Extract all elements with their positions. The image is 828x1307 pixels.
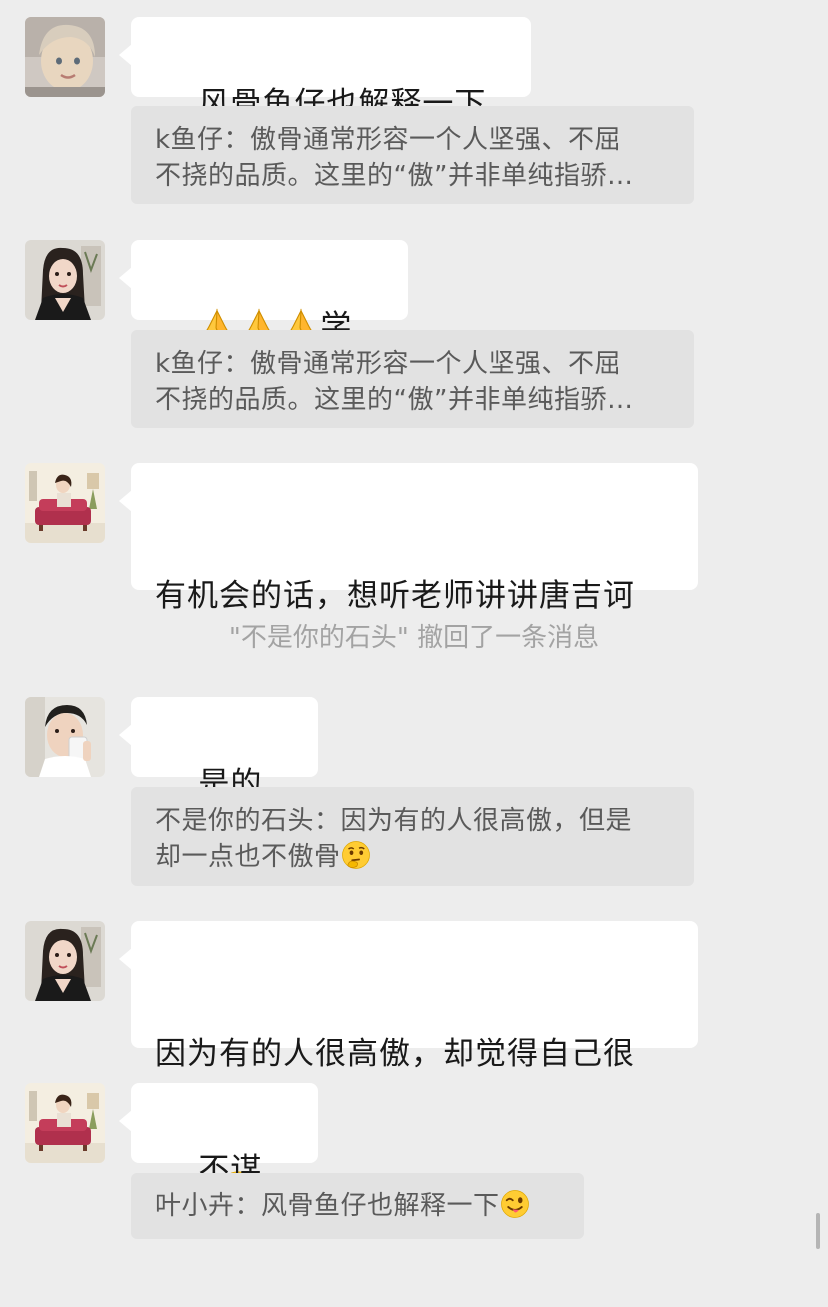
quote-line: 不是你的石头：因为有的人很高傲，但是: [155, 806, 633, 836]
message-bubble[interactable]: 是的是的: [119, 697, 318, 848]
quoted-message[interactable]: 叶小卉：风骨鱼仔也解释一下: [131, 1173, 584, 1239]
avatar-cartoon-sofa[interactable]: [25, 463, 105, 543]
quote-line: 不挠的品质。这里的“傲”并非单纯指骄…: [155, 385, 634, 415]
message-text-line: 因为有的人很高傲，却觉得自己很: [155, 1036, 635, 1072]
quote-line: 叶小卉：风骨鱼仔也解释一下: [155, 1191, 500, 1221]
message-bubble[interactable]: 学习了: [119, 240, 408, 391]
quoted-message[interactable]: k鱼仔：傲骨通常形容一个人坚强、不屈 不挠的品质。这里的“傲”并非单纯指骄…: [131, 106, 694, 204]
avatar-girl-blonde[interactable]: [25, 17, 105, 97]
message-text-line: 有机会的话，想听老师讲讲唐吉诃: [155, 578, 635, 614]
scrollbar[interactable]: [816, 1213, 820, 1249]
thinking-face-emoji: [341, 840, 371, 870]
quote-line: k鱼仔：傲骨通常形容一个人坚强、不屈: [155, 349, 622, 379]
quote-line: k鱼仔：傲骨通常形容一个人坚强、不屈: [155, 125, 622, 155]
recall-notice: "不是你的石头" 撤回了一条消息: [228, 623, 600, 653]
avatar-man-cup[interactable]: [25, 697, 105, 777]
avatar-woman-b[interactable]: [25, 921, 105, 1001]
message-bubble[interactable]: 有机会的话，想听老师讲讲唐吉诃 德@鱼仔: [119, 463, 698, 752]
message-bubble[interactable]: 风骨鱼仔也解释一下: [119, 17, 531, 97]
quote-line: 却一点也不傲骨: [155, 842, 341, 872]
avatar-cartoon-sofa[interactable]: [25, 1083, 105, 1163]
quoted-message[interactable]: k鱼仔：傲骨通常形容一个人坚强、不屈 不挠的品质。这里的“傲”并非单纯指骄…: [131, 330, 694, 428]
quote-line: 不挠的品质。这里的“傲”并非单纯指骄…: [155, 161, 634, 191]
message-bubble[interactable]: 因为有的人很高傲，却觉得自己很 傲骨: [119, 921, 698, 1210]
winking-tongue-emoji: [500, 1189, 530, 1219]
message-bubble[interactable]: 不谋而合: [119, 1083, 318, 1234]
quoted-message[interactable]: 不是你的石头：因为有的人很高傲，但是 却一点也不傲骨: [131, 787, 694, 886]
avatar-woman-a[interactable]: [25, 240, 105, 320]
